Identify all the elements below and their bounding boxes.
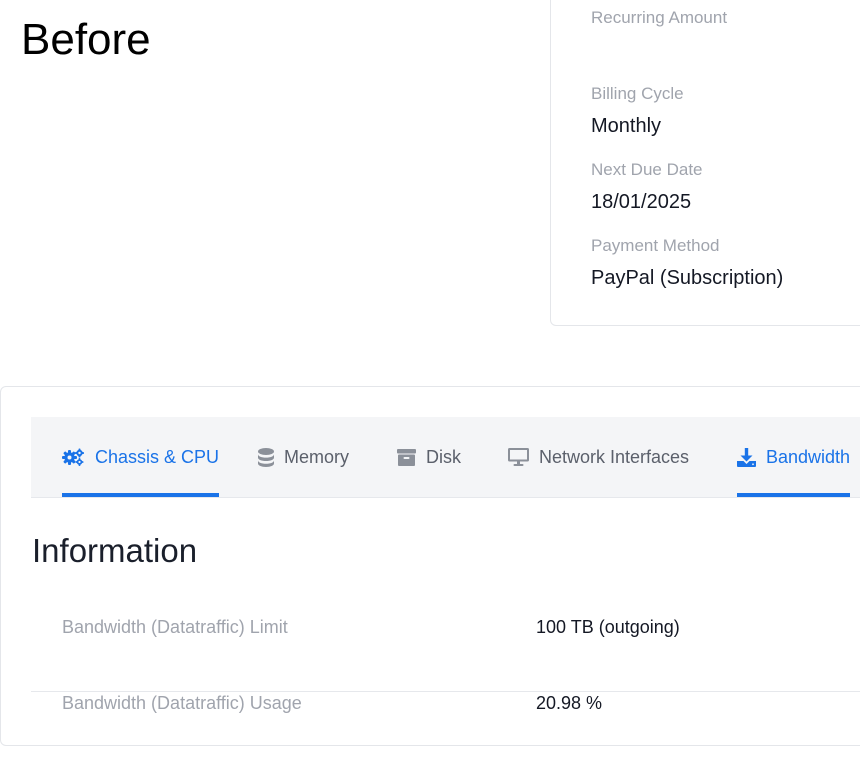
monitor-icon: [508, 448, 529, 466]
server-tabs: Chassis & CPU Memory Disk Network Interf…: [31, 417, 860, 498]
next-due-date-value: 18/01/2025: [591, 191, 692, 213]
database-icon: [258, 447, 274, 467]
billing-cycle-field: Billing Cycle Monthly: [591, 84, 684, 138]
bandwidth-usage-value: 20.98 %: [536, 693, 603, 713]
tab-chassis-cpu[interactable]: Chassis & CPU: [62, 417, 220, 497]
tab-memory[interactable]: Memory: [258, 417, 349, 497]
billing-cycle-value: Monthly: [591, 115, 662, 137]
info-row-bandwidth-usage: Bandwidth (Datatraffic) Usage 20.98 %: [31, 692, 860, 768]
tab-chassis-cpu-label: Chassis & CPU: [95, 446, 220, 467]
payment-method-value: PayPal (Subscription): [591, 267, 784, 289]
tab-active-indicator: [737, 493, 851, 497]
gears-icon: [62, 448, 85, 466]
info-row-bandwidth-limit: Bandwidth (Datatraffic) Limit 100 TB (ou…: [31, 616, 860, 692]
payment-method-label: Payment Method: [591, 236, 720, 255]
tab-bandwidth-label: Bandwidth: [766, 446, 851, 467]
tab-disk[interactable]: Disk: [397, 417, 461, 497]
next-due-date-field: Next Due Date 18/01/2025: [591, 160, 703, 214]
download-icon: [737, 447, 756, 467]
tab-network-interfaces-label: Network Interfaces: [539, 446, 690, 467]
payment-method-field: Payment Method PayPal (Subscription): [591, 236, 783, 290]
tab-active-indicator: [62, 493, 220, 497]
tab-memory-label: Memory: [284, 446, 350, 467]
before-caption: Before: [21, 15, 151, 64]
recurring-amount-label: Recurring Amount: [591, 8, 728, 27]
billing-summary-card: Recurring Amount Billing Cycle Monthly N…: [550, 0, 860, 326]
information-heading: Information: [32, 532, 198, 569]
bandwidth-limit-label: Bandwidth (Datatraffic) Limit: [62, 617, 288, 637]
tab-network-interfaces[interactable]: Network Interfaces: [508, 417, 689, 497]
bandwidth-usage-label: Bandwidth (Datatraffic) Usage: [62, 693, 302, 713]
archive-icon: [397, 448, 416, 466]
server-details-card: Chassis & CPU Memory Disk Network Interf…: [0, 386, 860, 746]
next-due-date-label: Next Due Date: [591, 160, 703, 179]
recurring-amount-field: Recurring Amount: [591, 8, 727, 38]
billing-cycle-label: Billing Cycle: [591, 84, 684, 103]
tab-bandwidth[interactable]: Bandwidth: [737, 417, 851, 497]
bandwidth-limit-value: 100 TB (outgoing): [536, 617, 680, 637]
tab-disk-label: Disk: [426, 446, 461, 467]
